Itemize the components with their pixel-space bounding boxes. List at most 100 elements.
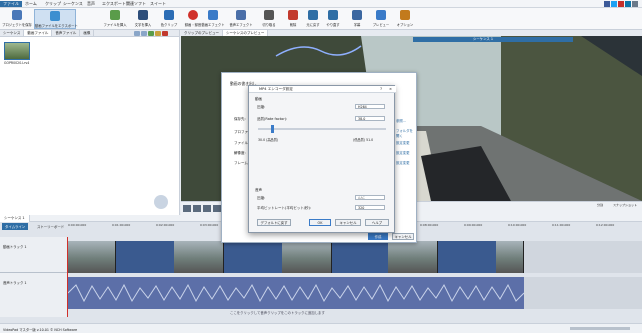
youtube-icon[interactable] xyxy=(618,1,624,7)
audio-track[interactable] xyxy=(68,277,642,309)
video-track-header[interactable]: 動画トラック 1 xyxy=(0,241,68,273)
bitrate-select[interactable]: 320 xyxy=(355,205,385,210)
cancel-button[interactable]: キャンセル xyxy=(335,219,361,226)
video-clip[interactable] xyxy=(68,241,524,273)
toolbar: プロジェクトを保存 動画ファイルをエクスポート ファイルを挿入 文字を挿入 色ク… xyxy=(0,8,642,30)
change-settings-link[interactable]: 設定変更 xyxy=(396,150,410,155)
film-reel-icon xyxy=(154,195,168,209)
grid-view-icon[interactable] xyxy=(134,31,140,36)
tab-video-files[interactable]: 動画ファイル xyxy=(24,30,53,36)
back-cancel-button[interactable]: キャンセル xyxy=(392,233,414,240)
folder-icon[interactable] xyxy=(155,31,161,36)
audio-track-hint: ここをクリックして音声クリップをこのトラックに追加します xyxy=(230,311,325,315)
options-button[interactable]: オプション xyxy=(390,9,420,29)
track-headers: 動画トラック 1 音声トラック 1 xyxy=(0,237,68,317)
ruler-tick: 0:11:00.000 xyxy=(552,223,571,227)
help-button[interactable]: ヘルプ xyxy=(365,219,389,226)
menu-audio[interactable]: 音声 xyxy=(84,1,98,7)
menu-home[interactable]: ホーム xyxy=(22,1,40,7)
audio-effects-button[interactable]: 音声エフェクト xyxy=(226,9,256,29)
add-file-icon[interactable] xyxy=(148,31,154,36)
video-codec-select[interactable]: H264 xyxy=(355,104,385,109)
media-file-item[interactable]: GOPR0020.Lrv4 xyxy=(4,42,32,65)
list-view-icon[interactable] xyxy=(141,31,147,36)
dialog-help-icon[interactable]: ? xyxy=(380,86,382,93)
record-icon xyxy=(188,10,198,20)
menu-sequence[interactable]: シーケンス xyxy=(60,1,86,7)
menu-file[interactable]: ファイル xyxy=(0,1,22,7)
step-back-icon[interactable] xyxy=(193,205,201,212)
save-icon xyxy=(12,10,22,20)
media-bin: シーケンス 動画ファイル 音声ファイル 画像 GOPR0020.Lrv4 xyxy=(0,30,180,215)
quality-label: 品質(Rate factor): xyxy=(257,117,288,121)
audio-clip[interactable] xyxy=(68,277,524,309)
export-video-button[interactable]: 動画ファイルをエクスポート xyxy=(34,9,78,29)
save-project-button[interactable]: プロジェクトを保存 xyxy=(2,9,32,29)
redo-icon xyxy=(328,10,338,20)
audio-waveform xyxy=(68,283,524,303)
delete-icon xyxy=(288,10,298,20)
video-effects-icon xyxy=(208,10,218,20)
menu-bar: ファイル ホーム クリップ シーケンス 音声 エクスポート 関連ソフト スイート xyxy=(0,0,642,8)
clip-thumbnail xyxy=(282,241,332,273)
tab-storyboard[interactable]: ストーリーボード xyxy=(34,223,67,230)
preview-icon xyxy=(376,10,386,20)
restore-defaults-button[interactable]: デフォルトに戻す xyxy=(257,219,291,226)
tab-audio-files[interactable]: 音声ファイル xyxy=(52,30,81,36)
create-button[interactable]: 作成 xyxy=(368,233,388,240)
tab-timeline[interactable]: タイムライン xyxy=(2,223,29,230)
browse-link[interactable]: 参照... xyxy=(396,118,406,123)
export-icon xyxy=(50,11,60,21)
quality-slider[interactable] xyxy=(258,125,386,133)
dialog-title: MP4 エンコーダ設定 xyxy=(259,87,293,91)
status-bar: VideoPad マスター版 v.10.01 © NCH Software xyxy=(0,323,642,333)
text-icon xyxy=(138,10,148,20)
video-track[interactable] xyxy=(68,241,642,273)
profile-label: プロファ xyxy=(234,130,248,134)
video-codec-label: 圧縮: xyxy=(257,105,266,109)
dialog-close-icon[interactable]: × xyxy=(389,86,392,93)
quality-input[interactable]: 38.0 xyxy=(355,116,385,121)
color-clip-icon xyxy=(164,10,174,20)
facebook-icon[interactable] xyxy=(604,1,610,7)
ruler-tick: 0:02:00.000 xyxy=(156,223,175,227)
video-effects-button[interactable]: 動画エフェクト xyxy=(198,9,228,29)
open-folder-link[interactable]: フォルダを開く xyxy=(396,128,416,138)
audio-codec-select[interactable]: AAC xyxy=(355,195,385,200)
audio-track-header[interactable]: 音声トラック 1 xyxy=(0,277,68,309)
clip-thumbnail xyxy=(496,241,524,273)
menu-related-software[interactable]: 関連ソフト xyxy=(123,1,149,7)
twitter-icon[interactable] xyxy=(611,1,617,7)
ruler-tick: 0:12:00.000 xyxy=(596,223,615,227)
quality-max-label: (低品質) 51.0 xyxy=(353,138,374,142)
change-settings-link[interactable]: 設定変更 xyxy=(396,160,410,165)
menu-suite[interactable]: スイート xyxy=(147,1,169,7)
snapshot-button[interactable]: スナップショット xyxy=(611,203,639,214)
split-button[interactable]: 分割 xyxy=(591,203,609,214)
undo-icon xyxy=(308,10,318,20)
help-icon[interactable] xyxy=(632,1,638,7)
media-file-name: GOPR0020.Lrv4 xyxy=(4,61,30,65)
tab-sequence-1[interactable]: シーケンス 1 xyxy=(0,215,30,222)
quality-min-label: 30.0 (高品質) xyxy=(258,138,279,142)
ruler-tick: 0:09:00.000 xyxy=(464,223,483,227)
save-location-label: 保存先: xyxy=(234,117,246,121)
remove-file-icon[interactable] xyxy=(162,31,168,36)
tab-images[interactable]: 画像 xyxy=(80,30,95,36)
ruler-tick: 0:00:00.000 xyxy=(68,223,87,227)
social-links xyxy=(604,1,638,7)
zoom-slider[interactable] xyxy=(570,327,630,330)
change-settings-link[interactable]: 設定変更 xyxy=(396,140,410,145)
frame-rate-label: フレーム xyxy=(234,161,248,165)
bitrate-label: 平均ビットレート(平均ビット/秒): xyxy=(257,206,312,210)
insert-file-button[interactable]: ファイルを挿入 xyxy=(100,9,130,29)
file-label: ファイル xyxy=(234,141,248,145)
tab-sequences[interactable]: シーケンス xyxy=(0,30,25,36)
ok-button[interactable]: OK xyxy=(309,219,331,226)
quality-slider-thumb[interactable] xyxy=(270,125,274,133)
play-icon[interactable] xyxy=(203,205,211,212)
linkedin-icon[interactable] xyxy=(625,1,631,7)
skip-start-icon[interactable] xyxy=(183,205,191,212)
step-forward-icon[interactable] xyxy=(213,205,221,212)
options-icon xyxy=(400,10,410,20)
